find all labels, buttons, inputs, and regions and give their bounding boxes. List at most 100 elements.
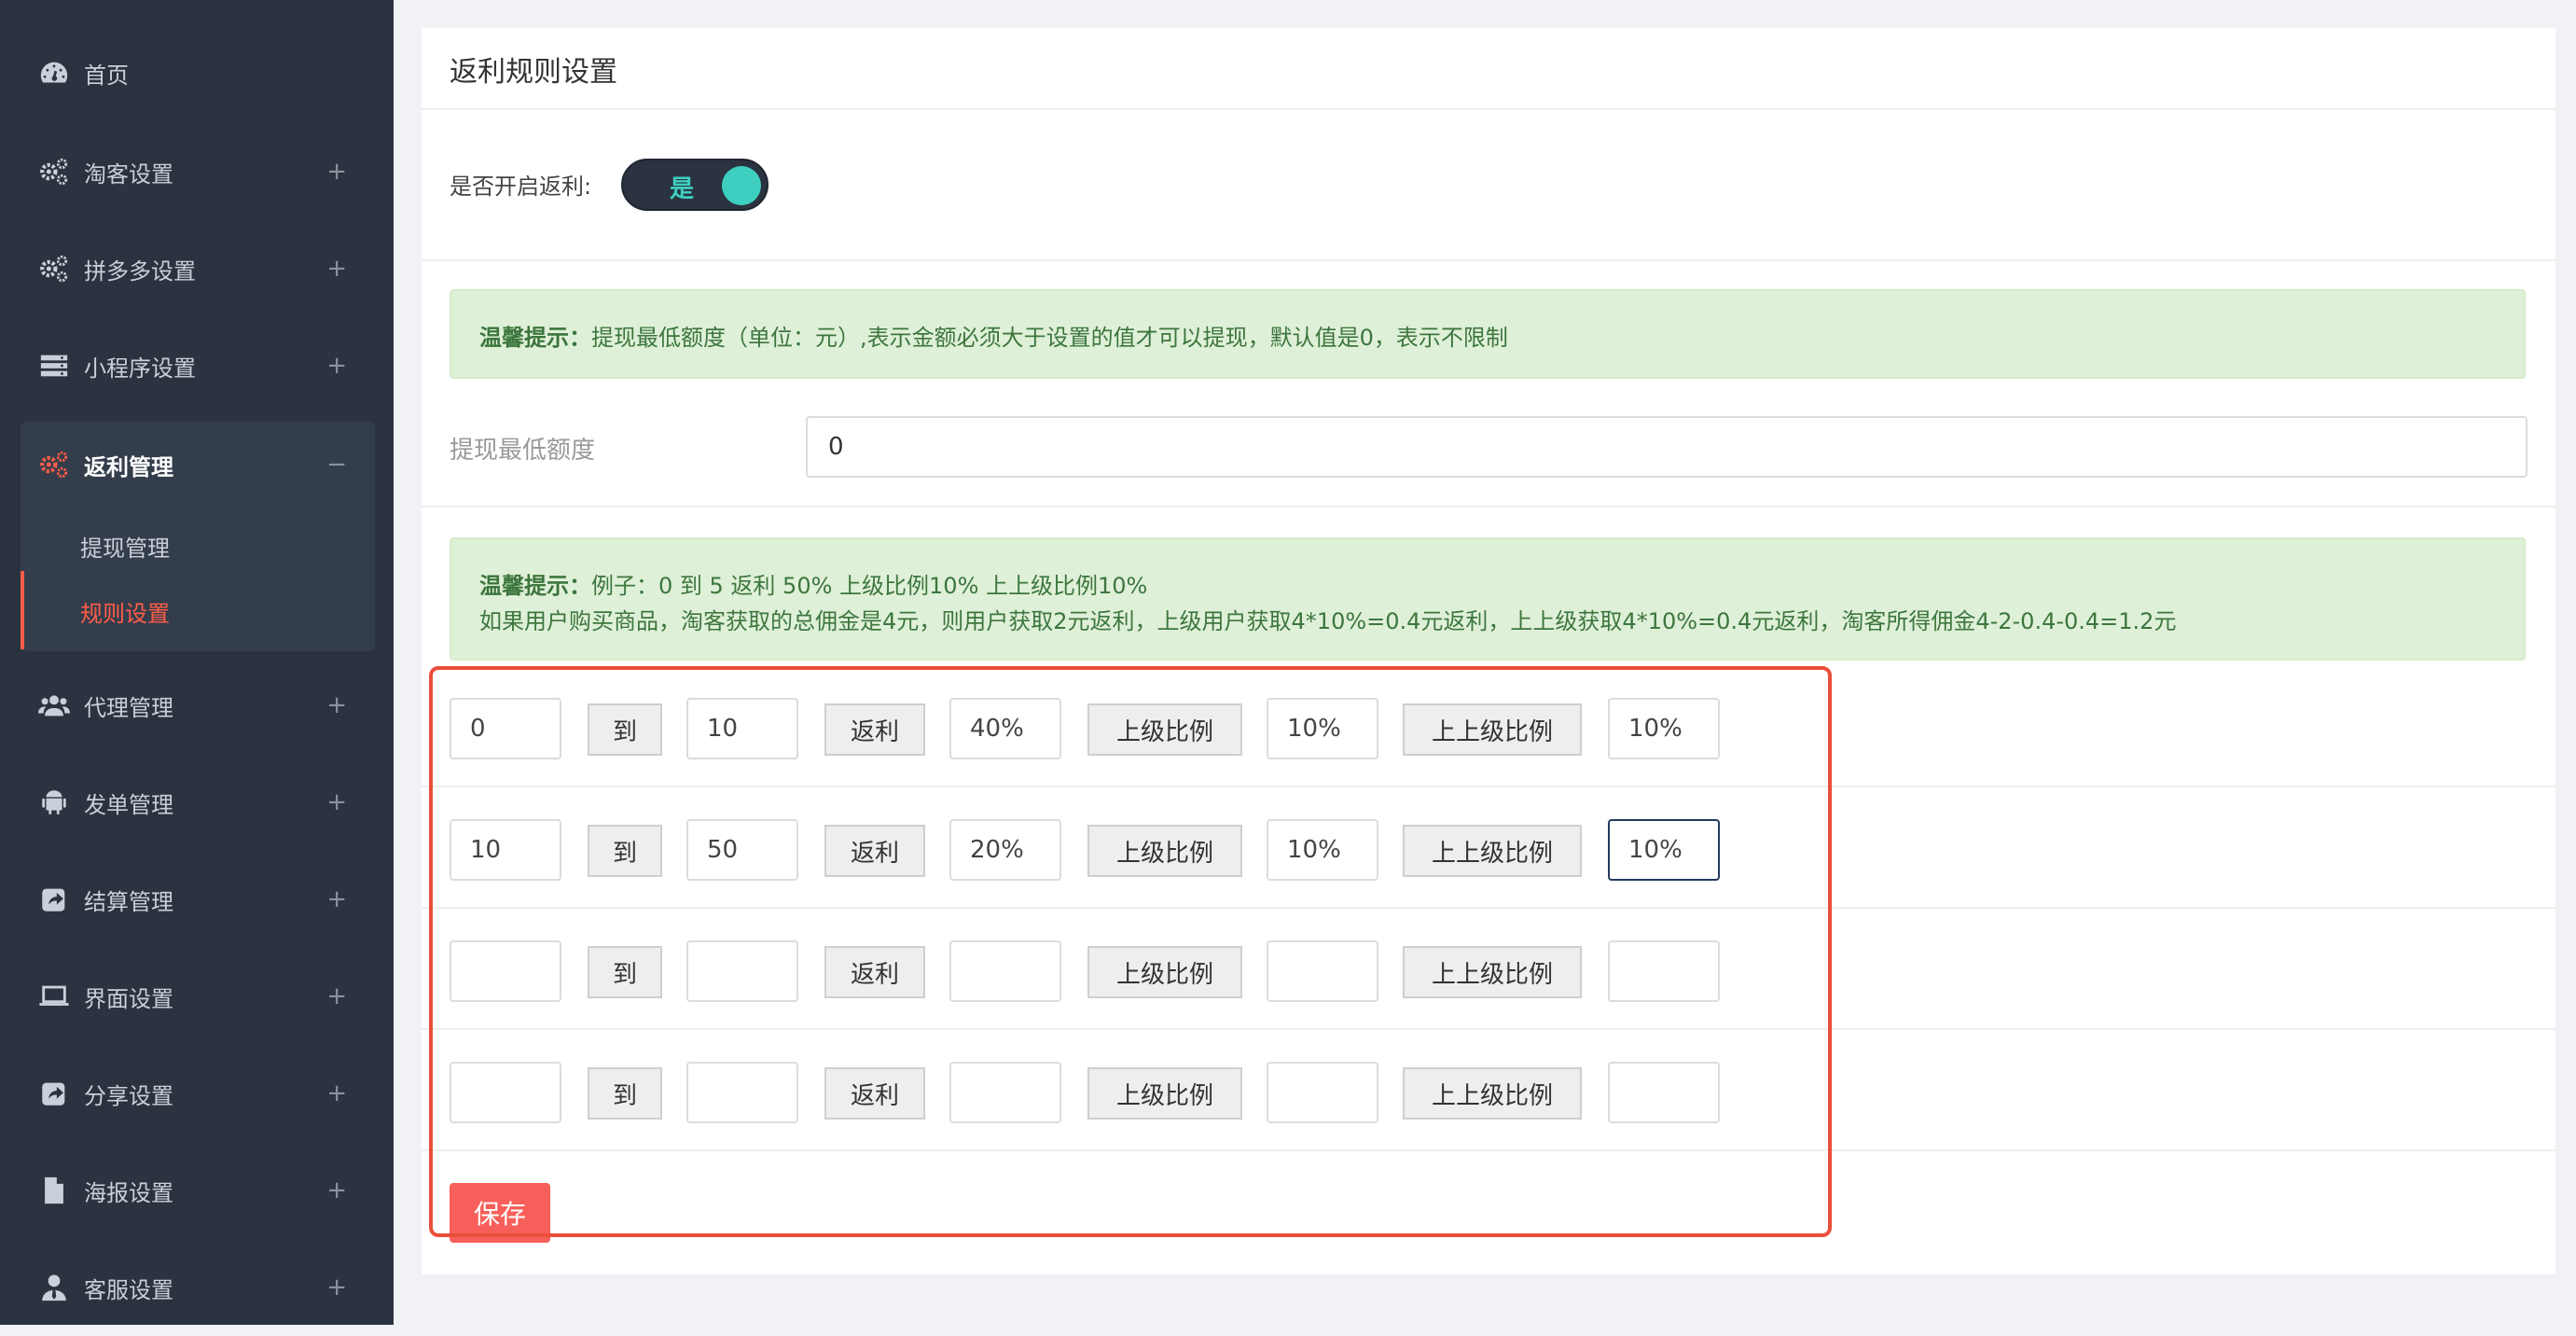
expand-icon: +	[326, 788, 347, 816]
sidebar-item-label: 海报设置	[84, 1179, 173, 1206]
laptop-icon	[35, 978, 73, 1015]
rebate-addon: 返利	[824, 703, 925, 756]
rule-rebate-input[interactable]	[949, 698, 1061, 759]
tip-rule-example: 温馨提示：例子：0 到 5 返利 50% 上级比例10% 上上级比例10% 如果…	[450, 537, 2526, 661]
rule-row: 到 返利 上级比例 上上级比例	[422, 909, 2555, 1030]
rule-grandparent-input[interactable]	[1608, 819, 1720, 881]
sidebar-item-posting[interactable]: 发单管理 +	[0, 754, 394, 851]
cogs-icon	[35, 153, 73, 190]
sidebar-item-label: 界面设置	[84, 985, 173, 1012]
dashboard-icon	[35, 54, 73, 91]
expand-icon: +	[326, 691, 347, 719]
rule-to-input[interactable]	[686, 940, 798, 1002]
rule-from-input[interactable]	[450, 1062, 561, 1123]
rule-from-input[interactable]	[450, 819, 561, 881]
rule-to-input[interactable]	[686, 819, 798, 881]
toggle-text: 是	[670, 175, 695, 203]
rebate-addon: 返利	[824, 1067, 925, 1120]
sidebar-item-label: 淘客设置	[84, 160, 173, 188]
sidebar-item-taoke[interactable]: 淘客设置 +	[0, 123, 394, 220]
sidebar-item-settlement[interactable]: 结算管理 +	[0, 851, 394, 948]
sidebar-item-label: 拼多多设置	[84, 257, 196, 285]
sidebar-group-rebate: 返利管理 −	[21, 422, 375, 651]
rule-rebate-input[interactable]	[949, 1062, 1061, 1123]
user-tie-icon	[35, 1269, 73, 1306]
main-panel: 返利规则设置 是否开启返利: 是 温馨提示：提现最低额度（单位：元）,表示金额必…	[422, 28, 2555, 1274]
divider	[422, 506, 2555, 508]
rule-grandparent-input[interactable]	[1608, 1062, 1720, 1123]
sidebar-subitem-rules[interactable]: 规则设置	[80, 595, 170, 628]
rule-grandparent-input[interactable]	[1608, 940, 1720, 1002]
rebate-switch-label: 是否开启返利:	[450, 174, 592, 200]
android-icon	[35, 784, 73, 821]
divider	[422, 259, 2555, 261]
rule-parent-input[interactable]	[1267, 1062, 1378, 1123]
rebate-addon: 返利	[824, 825, 925, 877]
rule-from-input[interactable]	[450, 940, 561, 1002]
share-icon	[35, 1075, 73, 1112]
rule-parent-input[interactable]	[1267, 698, 1378, 759]
rule-from-input[interactable]	[450, 698, 561, 759]
page-title: 返利规则设置	[450, 56, 617, 89]
sidebar-item-miniprogram[interactable]: 小程序设置 +	[0, 317, 394, 414]
sidebar-item-home[interactable]: 首页	[0, 24, 394, 121]
to-addon: 到	[588, 1067, 662, 1120]
rule-rebate-input[interactable]	[949, 819, 1061, 881]
sidebar-item-label: 小程序设置	[84, 355, 196, 382]
sidebar: 首页 淘客设置 + 拼多多设置 + 小程序设置 + 返利管理 − 提现管理 规则…	[0, 0, 394, 1325]
sidebar-item-share[interactable]: 分享设置 +	[0, 1045, 394, 1142]
to-addon: 到	[588, 946, 662, 998]
rule-to-input[interactable]	[686, 698, 798, 759]
rule-parent-input[interactable]	[1267, 940, 1378, 1002]
parent-ratio-addon: 上级比例	[1087, 946, 1242, 998]
parent-ratio-addon: 上级比例	[1087, 1067, 1242, 1120]
tip-example-line: 例子：0 到 5 返利 50% 上级比例10% 上上级比例10%	[591, 573, 1148, 599]
expand-icon: +	[326, 255, 347, 283]
collapse-icon: −	[326, 451, 347, 479]
divider	[422, 108, 2555, 110]
share-square-icon	[35, 881, 73, 918]
expand-icon: +	[326, 352, 347, 380]
tip-prefix: 温馨提示：	[479, 573, 591, 599]
parent-ratio-addon: 上级比例	[1087, 825, 1242, 877]
rebate-addon: 返利	[824, 946, 925, 998]
rule-parent-input[interactable]	[1267, 819, 1378, 881]
rule-grandparent-input[interactable]	[1608, 698, 1720, 759]
grandparent-ratio-addon: 上上级比例	[1403, 946, 1582, 998]
rebate-toggle[interactable]: 是	[621, 159, 769, 211]
rule-row: 到 返利 上级比例 上上级比例	[422, 1030, 2555, 1151]
sidebar-item-pdd[interactable]: 拼多多设置 +	[0, 220, 394, 317]
sidebar-item-poster[interactable]: 海报设置 +	[0, 1142, 394, 1239]
tip-prefix: 温馨提示：	[479, 325, 591, 351]
rule-rebate-input[interactable]	[949, 940, 1061, 1002]
sidebar-item-label: 结算管理	[84, 888, 173, 915]
cogs-icon	[35, 446, 73, 483]
expand-icon: +	[326, 1273, 347, 1301]
to-addon: 到	[588, 825, 662, 877]
sidebar-item-service[interactable]: 客服设置 +	[0, 1239, 394, 1336]
grandparent-ratio-addon: 上上级比例	[1403, 703, 1582, 756]
tip-min-withdraw: 温馨提示：提现最低额度（单位：元）,表示金额必须大于设置的值才可以提现，默认值是…	[450, 289, 2526, 379]
sidebar-item-label: 客服设置	[84, 1276, 173, 1303]
sidebar-item-agent[interactable]: 代理管理 +	[0, 657, 394, 754]
expand-icon: +	[326, 1079, 347, 1107]
expand-icon: +	[326, 982, 347, 1010]
rule-to-input[interactable]	[686, 1062, 798, 1123]
toggle-knob	[722, 166, 761, 205]
min-withdraw-input[interactable]	[806, 416, 2528, 478]
parent-ratio-addon: 上级比例	[1087, 703, 1242, 756]
min-withdraw-label: 提现最低额度	[450, 437, 596, 465]
sidebar-item-interface[interactable]: 界面设置 +	[0, 948, 394, 1045]
rule-row: 到 返利 上级比例 上上级比例	[422, 787, 2555, 909]
sidebar-item-label: 分享设置	[84, 1082, 173, 1109]
grandparent-ratio-addon: 上上级比例	[1403, 825, 1582, 877]
sidebar-item-label: 发单管理	[84, 791, 173, 818]
tip-text: 提现最低额度（单位：元）,表示金额必须大于设置的值才可以提现，默认值是0，表示不…	[591, 325, 1508, 351]
sidebar-item-label: 首页	[84, 62, 129, 89]
sidebar-item-rebate[interactable]: 返利管理 −	[0, 416, 394, 513]
sidebar-item-label: 返利管理	[84, 453, 173, 480]
expand-icon: +	[326, 1176, 347, 1204]
save-button[interactable]: 保存	[450, 1183, 550, 1243]
cogs-icon	[35, 250, 73, 287]
sidebar-subitem-withdraw[interactable]: 提现管理	[80, 530, 170, 563]
